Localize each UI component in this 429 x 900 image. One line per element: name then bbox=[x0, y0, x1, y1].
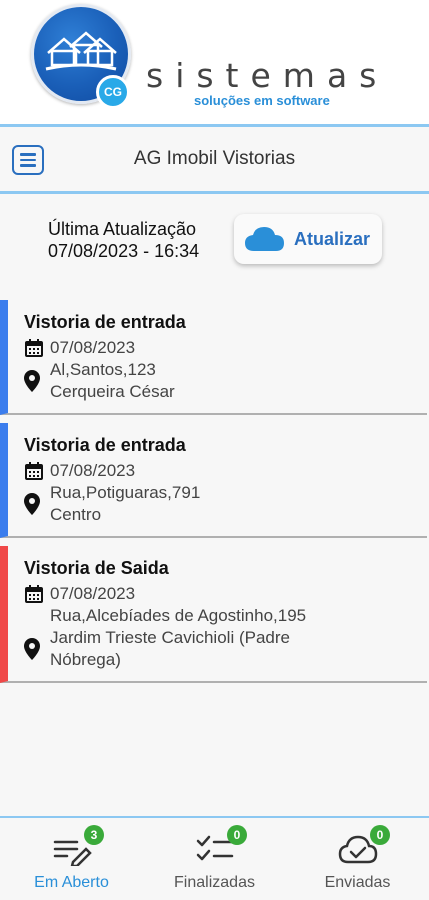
inspection-neighborhood-row: Jardim Trieste Cavichioli (Padre Nóbrega… bbox=[24, 627, 427, 671]
logo-area: CG sistemas soluções em software bbox=[0, 0, 429, 124]
location-pin-icon bbox=[24, 627, 50, 671]
inspection-title: Vistoria de entrada bbox=[24, 312, 186, 332]
inspection-list: Vistoria de entrada 07/08/2023 Al,Santos… bbox=[0, 300, 429, 691]
inspection-date-row: 07/08/2023 bbox=[24, 337, 427, 359]
header-divider-bottom bbox=[0, 191, 429, 194]
inspection-card[interactable]: Vistoria de Saida 07/08/2023 Rua,Alcebía… bbox=[0, 546, 427, 683]
app-header: AG Imobil Vistorias bbox=[0, 128, 429, 190]
tab-label: Finalizadas bbox=[174, 874, 255, 891]
inspection-address: Rua,Alcebíades de Agostinho,195 bbox=[50, 606, 307, 625]
last-update-label: Última Atualização 07/08/2023 - 16:34 bbox=[48, 218, 199, 262]
inspection-address-row: Rua,Potiguaras,791 Centro bbox=[24, 482, 427, 526]
inspection-address-row: Al,Santos,123 Cerqueira César bbox=[24, 359, 427, 403]
location-pin-icon bbox=[24, 482, 50, 526]
logo-badge: CG bbox=[96, 75, 130, 109]
calendar-icon bbox=[24, 583, 50, 605]
inspection-card[interactable]: Vistoria de entrada 07/08/2023 Rua,Potig… bbox=[0, 423, 427, 538]
update-button-label: Atualizar bbox=[294, 228, 371, 249]
inspection-neighborhood: Jardim Trieste Cavichioli (Padre bbox=[50, 628, 290, 647]
inspection-date-row: 07/08/2023 bbox=[24, 460, 427, 482]
inspection-address: Al,Santos,123 bbox=[50, 360, 156, 379]
update-section: Última Atualização 07/08/2023 - 16:34 At… bbox=[0, 196, 429, 291]
calendar-icon bbox=[24, 337, 50, 359]
inspection-date: 07/08/2023 bbox=[50, 338, 136, 357]
inspection-date-row: 07/08/2023 bbox=[24, 583, 427, 605]
calendar-icon bbox=[24, 460, 50, 482]
inspection-address: Rua,Potiguaras,791 bbox=[50, 483, 201, 502]
tab-count-badge: 3 bbox=[84, 825, 104, 845]
inspection-date: 07/08/2023 bbox=[50, 461, 136, 480]
tab-em-aberto[interactable]: 3 Em Aberto bbox=[0, 818, 143, 900]
update-button[interactable]: Atualizar bbox=[234, 214, 382, 264]
tab-finalizadas[interactable]: 0 Finalizadas bbox=[143, 818, 286, 900]
location-pin-icon bbox=[24, 359, 50, 403]
inspection-card[interactable]: Vistoria de entrada 07/08/2023 Al,Santos… bbox=[0, 300, 427, 415]
tab-count-badge: 0 bbox=[370, 825, 390, 845]
brand-tagline: soluções em software bbox=[194, 93, 330, 108]
bottom-nav: 3 Em Aberto 0 Finalizadas 0 Enviadas bbox=[0, 816, 429, 900]
tab-enviadas[interactable]: 0 Enviadas bbox=[286, 818, 429, 900]
inspection-neighborhood: Centro bbox=[50, 505, 102, 524]
inspection-title: Vistoria de entrada bbox=[24, 435, 186, 455]
last-update-timestamp: 07/08/2023 - 16:34 bbox=[48, 241, 200, 261]
inspection-date: 07/08/2023 bbox=[50, 584, 136, 603]
tab-label: Enviadas bbox=[324, 874, 391, 891]
page-title: AG Imobil Vistorias bbox=[133, 148, 296, 169]
tab-count-badge: 0 bbox=[227, 825, 247, 845]
last-update-title: Última Atualização bbox=[48, 219, 197, 239]
brand-name: sistemas bbox=[146, 56, 389, 95]
cloud-icon bbox=[245, 227, 284, 251]
inspection-neighborhood: Cerqueira César bbox=[50, 382, 175, 401]
tab-label: Em Aberto bbox=[34, 874, 109, 891]
header-divider-top bbox=[0, 124, 429, 127]
inspection-address-row: Rua,Alcebíades de Agostinho,195 bbox=[24, 605, 427, 627]
inspection-neighborhood-cont: Nóbrega) bbox=[50, 650, 121, 669]
inspection-title: Vistoria de Saida bbox=[24, 558, 169, 578]
